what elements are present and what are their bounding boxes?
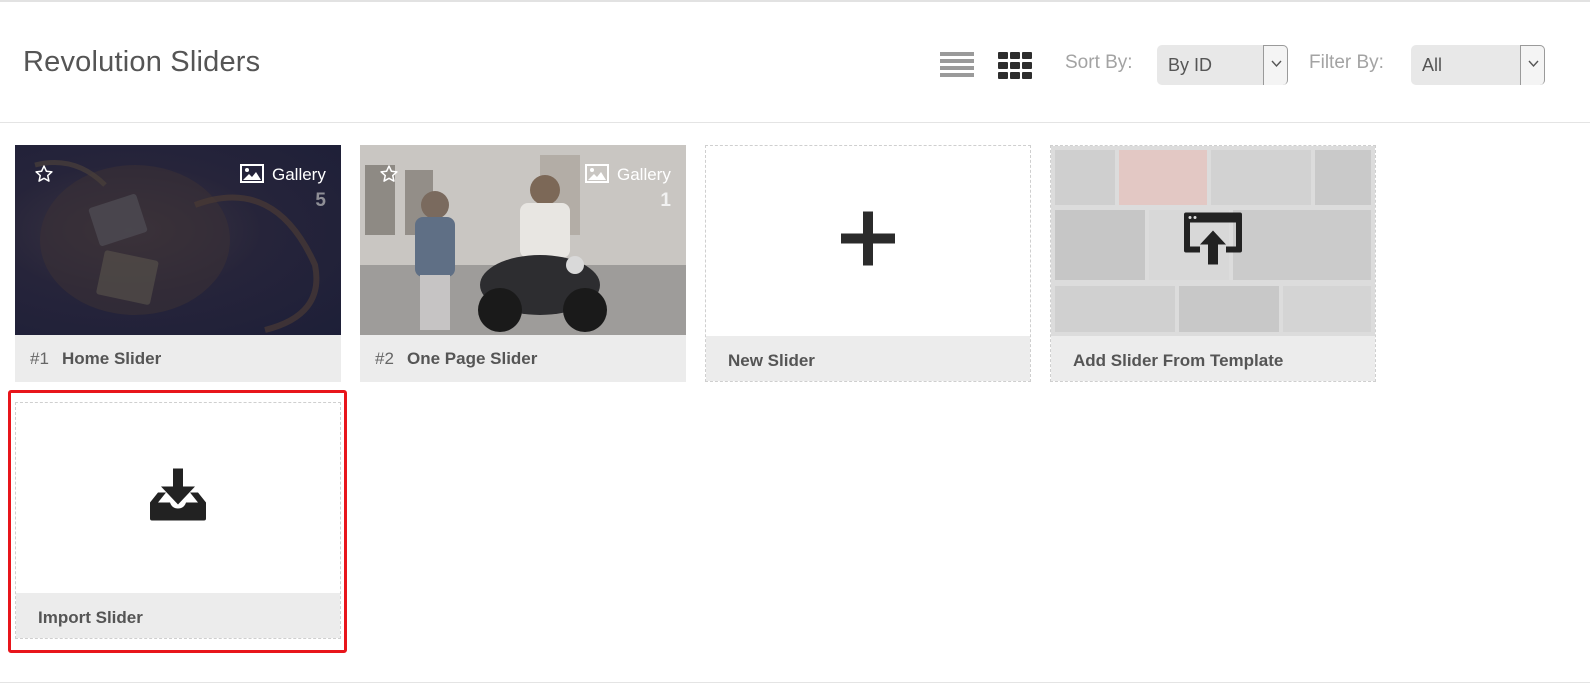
star-icon[interactable]	[379, 164, 399, 189]
download-tray-icon	[148, 468, 208, 528]
import-slider-footer[interactable]: Import Slider	[16, 593, 340, 638]
filter-label: Filter By:	[1309, 52, 1384, 73]
import-slider-area[interactable]	[16, 403, 340, 593]
slider-thumbnail[interactable]: Gallery 5	[15, 145, 341, 335]
new-slider-card[interactable]: New Slider	[705, 145, 1031, 382]
gallery-icon	[240, 164, 264, 188]
chevron-down-icon[interactable]	[1263, 45, 1288, 85]
slider-card-one-page[interactable]: Gallery 1 #2 One Page Slider	[360, 145, 686, 382]
slide-count: 5	[315, 190, 326, 211]
sort-select-value: By ID	[1168, 55, 1213, 75]
template-preview-area[interactable]	[1051, 146, 1375, 336]
slider-id: #2	[375, 349, 394, 368]
sort-select[interactable]: By ID	[1157, 45, 1288, 85]
slider-type-label: Gallery	[272, 165, 326, 184]
filter-select-value: All	[1422, 55, 1443, 75]
add-from-template-label: Add Slider From Template	[1073, 351, 1284, 370]
slider-type-label: Gallery	[617, 165, 671, 184]
plus-icon	[841, 211, 895, 271]
slide-count: 1	[660, 190, 671, 211]
list-view-button[interactable]	[940, 52, 974, 78]
new-slider-area[interactable]	[706, 146, 1030, 336]
import-slider-label: Import Slider	[38, 608, 143, 627]
slider-card-footer[interactable]: #1 Home Slider	[15, 335, 341, 382]
slider-card-footer[interactable]: #2 One Page Slider	[360, 335, 686, 382]
grid-view-button[interactable]	[998, 52, 1032, 79]
sort-label: Sort By:	[1065, 52, 1133, 73]
slider-thumbnail[interactable]: Gallery 1	[360, 145, 686, 335]
bottom-border	[0, 682, 1590, 683]
template-upload-icon	[1182, 211, 1244, 272]
new-slider-label: New Slider	[728, 351, 815, 370]
slider-name: Home Slider	[62, 349, 162, 368]
slider-name: One Page Slider	[407, 349, 538, 368]
slider-card-home[interactable]: Gallery 5 #1 Home Slider	[15, 145, 341, 382]
import-slider-card[interactable]: Import Slider	[15, 402, 341, 639]
slider-id: #1	[30, 349, 49, 368]
add-from-template-footer[interactable]: Add Slider From Template	[1051, 336, 1375, 381]
add-from-template-card[interactable]: Add Slider From Template	[1050, 145, 1376, 382]
filter-select[interactable]: All	[1411, 45, 1545, 85]
page-title: Revolution Sliders	[23, 46, 261, 78]
new-slider-footer[interactable]: New Slider	[706, 336, 1030, 381]
gallery-icon	[585, 164, 609, 188]
page-header: Revolution Sliders Sort By: By ID Filter…	[0, 2, 1590, 123]
star-icon[interactable]	[34, 164, 54, 189]
chevron-down-icon[interactable]	[1520, 45, 1545, 85]
